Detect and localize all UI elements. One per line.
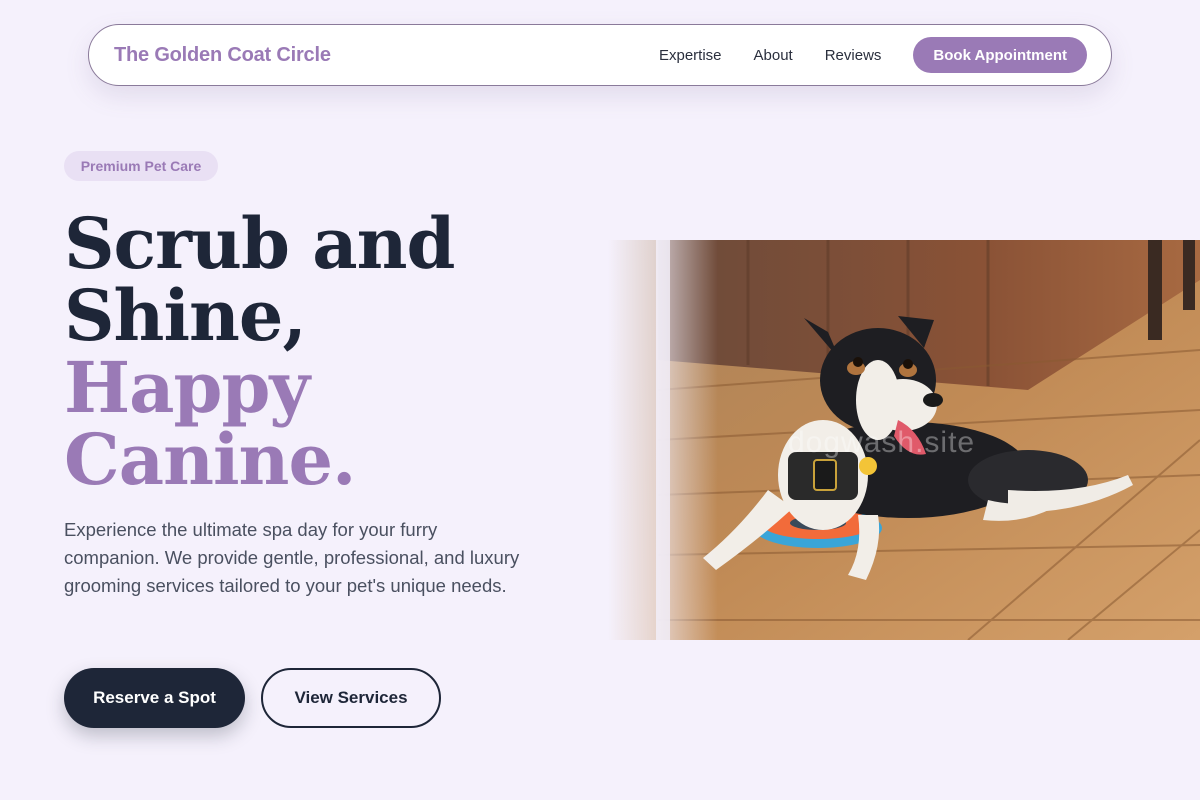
reserve-spot-button[interactable]: Reserve a Spot	[64, 668, 245, 728]
nav-links: Expertise About Reviews Book Appointment	[659, 37, 1087, 73]
top-navbar: The Golden Coat Circle Expertise About R…	[88, 24, 1112, 86]
image-watermark: dogwash.site	[788, 426, 976, 459]
headline-line-1: Scrub and	[64, 202, 455, 285]
nav-link-reviews[interactable]: Reviews	[825, 47, 882, 64]
book-appointment-button[interactable]: Book Appointment	[913, 37, 1087, 73]
view-services-button[interactable]: View Services	[261, 668, 441, 728]
image-fade-overlay	[608, 240, 718, 640]
headline-line-2: Shine,	[64, 274, 307, 357]
hero-description: Experience the ultimate spa day for your…	[64, 519, 520, 596]
hero-dog-image: dogwash.site	[608, 240, 1200, 640]
brand-logo[interactable]: The Golden Coat Circle	[114, 44, 331, 67]
nav-link-expertise[interactable]: Expertise	[659, 47, 722, 64]
nav-link-about[interactable]: About	[754, 47, 793, 64]
premium-badge: Premium Pet Care	[64, 151, 218, 181]
headline-line-4: Canine.	[64, 418, 356, 501]
hero-headline: Scrub and Shine, Happy Canine.	[64, 208, 584, 496]
headline-line-3: Happy	[64, 346, 310, 429]
